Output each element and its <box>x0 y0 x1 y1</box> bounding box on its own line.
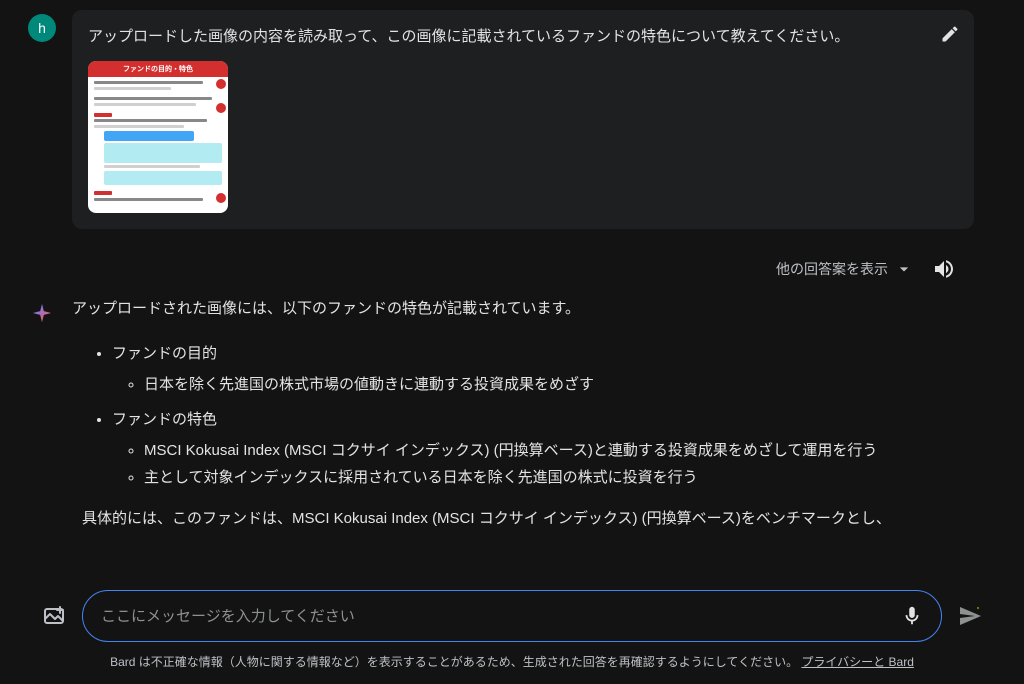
send-icon <box>958 604 982 628</box>
input-bar <box>0 590 1024 642</box>
thumbnail-header: ファンドの目的・特色 <box>88 61 228 77</box>
user-message-text: アップロードした画像の内容を読み取って、この画像に記載されているファンドの特色に… <box>88 26 924 49</box>
list-item: 主として対象インデックスに採用されている日本を除く先進国の株式に投資を行う <box>144 464 964 491</box>
send-button[interactable] <box>958 604 982 628</box>
disclaimer-text: Bard は不正確な情報（人物に関する情報など）を表示することがあるため、生成さ… <box>110 655 798 669</box>
bard-avatar <box>28 299 56 327</box>
uploaded-image-thumbnail[interactable]: ファンドの目的・特色 <box>88 61 228 213</box>
speaker-icon <box>932 257 956 281</box>
response-list: ファンドの目的 日本を除く先進国の株式市場の値動きに連動する投資成果をめざす フ… <box>72 340 964 491</box>
assistant-message-content: アップロードされた画像には、以下のファンドの特色が記載されています。 ファンドの… <box>72 295 974 532</box>
pencil-icon <box>940 24 960 44</box>
privacy-link[interactable]: プライバシーと Bard <box>801 655 913 669</box>
thumbnail-body <box>88 77 228 213</box>
user-message-row: h アップロードした画像の内容を読み取って、この画像に記載されているファンドの特… <box>28 10 974 229</box>
message-input[interactable] <box>101 608 901 625</box>
chevron-down-icon <box>894 259 914 279</box>
message-input-wrapper[interactable] <box>82 590 942 642</box>
bard-sparkle-icon <box>31 302 53 324</box>
avatar-letter: h <box>38 20 46 36</box>
upload-image-button[interactable] <box>42 604 66 628</box>
mic-icon <box>901 605 923 627</box>
view-drafts-button[interactable]: 他の回答案を表示 <box>776 259 914 279</box>
footer-disclaimer: Bard は不正確な情報（人物に関する情報など）を表示することがあるため、生成さ… <box>0 653 1024 670</box>
read-aloud-button[interactable] <box>932 257 956 281</box>
section-title: ファンドの特色 <box>112 411 217 428</box>
list-item: ファンドの目的 日本を除く先進国の株式市場の値動きに連動する投資成果をめざす <box>112 340 964 398</box>
list-item: 日本を除く先進国の株式市場の値動きに連動する投資成果をめざす <box>144 371 964 398</box>
user-message-card: アップロードした画像の内容を読み取って、この画像に記載されているファンドの特色に… <box>72 10 974 229</box>
section-title: ファンドの目的 <box>112 345 217 362</box>
view-drafts-label: 他の回答案を表示 <box>776 259 888 279</box>
response-continuation: 具体的には、このファンドは、MSCI Kokusai Index (MSCI コ… <box>72 505 964 532</box>
list-item: ファンドの特色 MSCI Kokusai Index (MSCI コクサイ イン… <box>112 406 964 491</box>
response-controls: 他の回答案を表示 <box>28 249 974 295</box>
assistant-message-row: アップロードされた画像には、以下のファンドの特色が記載されています。 ファンドの… <box>28 295 974 532</box>
edit-message-button[interactable] <box>940 24 960 44</box>
user-avatar: h <box>28 14 56 42</box>
list-item: MSCI Kokusai Index (MSCI コクサイ インデックス) (円… <box>144 437 964 464</box>
response-intro: アップロードされた画像には、以下のファンドの特色が記載されています。 <box>72 295 964 322</box>
image-upload-icon <box>42 604 66 628</box>
voice-input-button[interactable] <box>901 605 923 627</box>
